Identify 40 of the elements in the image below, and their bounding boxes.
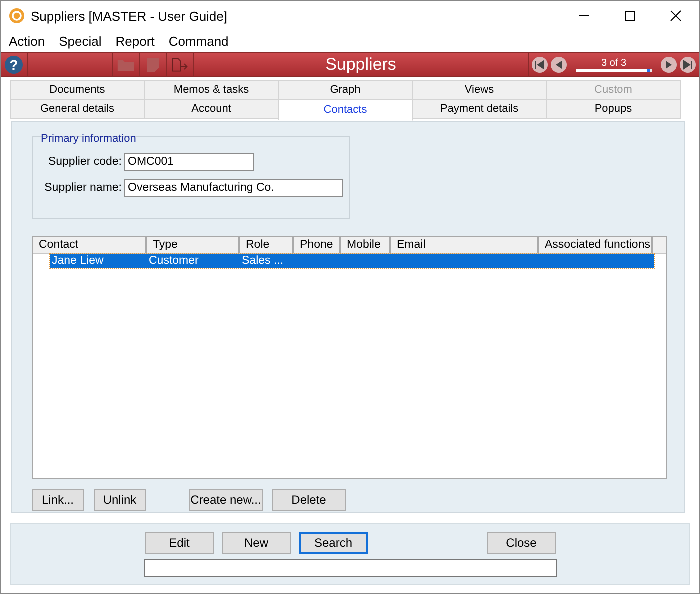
table-cell-text: Customer [148,254,200,268]
tab[interactable]: Memos & tasks [144,80,279,100]
record-counter: 3 of 3 [601,58,627,68]
first-record-icon[interactable] [532,56,548,72]
field-label: Supplier code: [47,156,122,168]
tab[interactable]: General details [10,99,145,119]
close-icon[interactable] [670,10,682,22]
menu-item[interactable]: Report [116,34,155,48]
tab[interactable]: Documents [10,80,145,100]
menu-item[interactable]: Action [9,34,46,48]
table-cell-text: Jane Liew [51,254,105,268]
tab[interactable]: Payment details [412,99,547,119]
list-button[interactable]: Delete [272,489,346,511]
list-button[interactable]: Create new... [189,489,263,511]
table-cell-text: Sales ... [241,254,285,268]
input-field[interactable]: Overseas Manufacturing Co. [124,179,343,197]
last-record-icon[interactable] [680,56,696,72]
window-title: Suppliers [MASTER - User Guide] [31,8,229,24]
footer-button[interactable]: Close [487,532,556,554]
tab[interactable]: Views [412,80,547,100]
help-button[interactable]: ? [5,56,23,74]
field-label: Supplier name: [44,182,122,194]
list-button[interactable]: Unlink [94,489,146,511]
tab[interactable]: Popups [546,99,681,119]
next-record-icon[interactable] [661,56,677,72]
tab[interactable]: Account [144,99,279,119]
footer-button[interactable]: Search [299,532,368,554]
menu-item[interactable]: Special [59,34,102,48]
footer-button[interactable]: New [222,532,291,554]
app-logo-icon [9,8,25,24]
input-field[interactable]: OMC001 [124,153,254,171]
previous-record-icon[interactable] [551,56,567,72]
table-row[interactable]: Jane Liew Customer Sales ... [50,254,654,268]
footer-button[interactable]: Edit [145,532,214,554]
tab[interactable]: Graph [278,80,413,100]
maximize-icon[interactable] [624,10,636,22]
form-title: Suppliers [326,54,396,74]
group-title: Primary information [41,133,136,145]
menu-item[interactable]: Command [168,34,229,48]
list-button[interactable]: Link... [32,489,84,511]
